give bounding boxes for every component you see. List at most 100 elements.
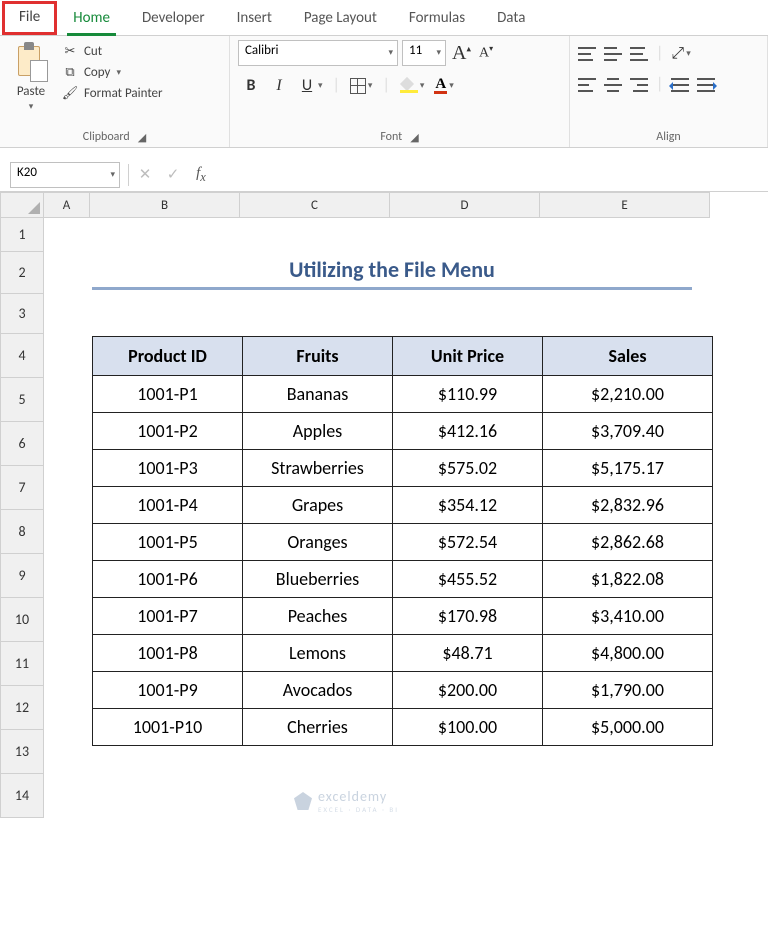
table-cell[interactable]: $2,862.68 (543, 524, 713, 561)
select-all-corner[interactable] (0, 192, 44, 218)
table-cell[interactable]: $2,210.00 (543, 376, 713, 413)
table-header[interactable]: Fruits (243, 337, 393, 376)
increase-font-button[interactable]: A▴ (450, 42, 473, 65)
table-cell[interactable]: $5,175.17 (543, 450, 713, 487)
italic-button[interactable]: I (270, 77, 288, 95)
table-cell[interactable]: $354.12 (393, 487, 543, 524)
table-cell[interactable]: 1001-P6 (93, 561, 243, 598)
row-header-7[interactable]: 7 (0, 466, 44, 510)
table-cell[interactable]: 1001-P9 (93, 672, 243, 709)
table-cell[interactable]: $412.16 (393, 413, 543, 450)
table-cell[interactable]: Strawberries (243, 450, 393, 487)
row-header-5[interactable]: 5 (0, 378, 44, 422)
table-cell[interactable]: Avocados (243, 672, 393, 709)
table-cell[interactable]: 1001-P5 (93, 524, 243, 561)
orientation-button[interactable]: ⤢ (671, 44, 684, 63)
row-header-8[interactable]: 8 (0, 510, 44, 554)
row-header-10[interactable]: 10 (0, 598, 44, 642)
font-name-combo[interactable]: Calibri ▾ (238, 40, 398, 66)
table-cell[interactable]: 1001-P8 (93, 635, 243, 672)
table-cell[interactable]: 1001-P2 (93, 413, 243, 450)
table-cell[interactable]: $100.00 (393, 709, 543, 746)
align-right-button[interactable] (630, 78, 648, 92)
tab-file[interactable]: File (2, 1, 57, 35)
table-cell[interactable]: Cherries (243, 709, 393, 746)
underline-button[interactable]: U (298, 76, 316, 95)
table-cell[interactable]: Lemons (243, 635, 393, 672)
chevron-down-icon[interactable]: ▾ (368, 80, 373, 91)
tab-page-layout[interactable]: Page Layout (288, 3, 393, 35)
table-cell[interactable]: $1,822.08 (543, 561, 713, 598)
row-header-6[interactable]: 6 (0, 422, 44, 466)
tab-formulas[interactable]: Formulas (393, 3, 481, 35)
decrease-font-button[interactable]: A▾ (477, 44, 495, 62)
paste-button[interactable]: Paste ▾ (8, 40, 54, 114)
table-cell[interactable]: $48.71 (393, 635, 543, 672)
table-cell[interactable]: Peaches (243, 598, 393, 635)
table-cell[interactable]: $3,410.00 (543, 598, 713, 635)
table-cell[interactable]: $200.00 (393, 672, 543, 709)
table-header[interactable]: Unit Price (393, 337, 543, 376)
dialog-launcher-icon[interactable]: ◢ (410, 131, 418, 144)
table-cell[interactable]: Grapes (243, 487, 393, 524)
column-header-B[interactable]: B (90, 192, 240, 218)
row-header-2[interactable]: 2 (0, 252, 44, 294)
accept-formula-button[interactable]: ✓ (159, 165, 187, 184)
row-header-13[interactable]: 13 (0, 730, 44, 774)
align-bottom-button[interactable] (630, 47, 648, 61)
decrease-indent-button[interactable] (671, 78, 689, 92)
row-header-9[interactable]: 9 (0, 554, 44, 598)
align-center-button[interactable] (604, 78, 622, 92)
chevron-down-icon[interactable]: ▾ (449, 80, 454, 91)
table-cell[interactable]: $3,709.40 (543, 413, 713, 450)
formula-input[interactable] (215, 162, 768, 188)
table-cell[interactable]: Blueberries (243, 561, 393, 598)
tab-home[interactable]: Home (57, 3, 126, 35)
tab-developer[interactable]: Developer (126, 3, 221, 35)
font-color-button[interactable]: A (434, 78, 447, 94)
table-cell[interactable]: $5,000.00 (543, 709, 713, 746)
row-header-4[interactable]: 4 (0, 334, 44, 378)
chevron-down-icon[interactable]: ▾ (318, 80, 323, 91)
table-cell[interactable]: 1001-P1 (93, 376, 243, 413)
align-middle-button[interactable] (604, 47, 622, 61)
table-cell[interactable]: Apples (243, 413, 393, 450)
table-cell[interactable]: Oranges (243, 524, 393, 561)
dialog-launcher-icon[interactable]: ◢ (138, 131, 146, 144)
table-cell[interactable]: $2,832.96 (543, 487, 713, 524)
table-cell[interactable]: 1001-P4 (93, 487, 243, 524)
table-cell[interactable]: $572.54 (393, 524, 543, 561)
copy-button[interactable]: ⧉ Copy ▾ (60, 63, 165, 81)
table-cell[interactable]: 1001-P7 (93, 598, 243, 635)
row-header-12[interactable]: 12 (0, 686, 44, 730)
table-cell[interactable]: 1001-P10 (93, 709, 243, 746)
font-size-combo[interactable]: 11 ▾ (402, 40, 446, 66)
table-cell[interactable]: $575.02 (393, 450, 543, 487)
fx-button[interactable]: fx (187, 165, 215, 185)
row-header-1[interactable]: 1 (0, 218, 44, 252)
table-cell[interactable]: $170.98 (393, 598, 543, 635)
tab-insert[interactable]: Insert (221, 3, 288, 35)
table-cell[interactable]: Bananas (243, 376, 393, 413)
cancel-formula-button[interactable]: ✕ (131, 165, 159, 184)
row-header-11[interactable]: 11 (0, 642, 44, 686)
fill-color-button[interactable] (400, 79, 418, 93)
bold-button[interactable]: B (242, 76, 260, 95)
tab-data[interactable]: Data (481, 3, 541, 35)
row-header-3[interactable]: 3 (0, 294, 44, 334)
cut-button[interactable]: ✂ Cut (60, 42, 165, 60)
column-header-D[interactable]: D (390, 192, 540, 218)
align-left-button[interactable] (578, 78, 596, 92)
column-header-C[interactable]: C (240, 192, 390, 218)
align-top-button[interactable] (578, 47, 596, 61)
table-cell[interactable]: 1001-P3 (93, 450, 243, 487)
chevron-down-icon[interactable]: ▾ (420, 80, 425, 91)
increase-indent-button[interactable] (697, 78, 715, 92)
format-painter-button[interactable]: 🖌 Format Painter (60, 84, 165, 102)
table-cell[interactable]: $110.99 (393, 376, 543, 413)
cells-area[interactable]: Utilizing the File Menu Product IDFruits… (44, 218, 768, 818)
table-cell[interactable]: $4,800.00 (543, 635, 713, 672)
row-header-14[interactable]: 14 (0, 774, 44, 818)
table-header[interactable]: Sales (543, 337, 713, 376)
borders-button[interactable] (350, 78, 366, 94)
